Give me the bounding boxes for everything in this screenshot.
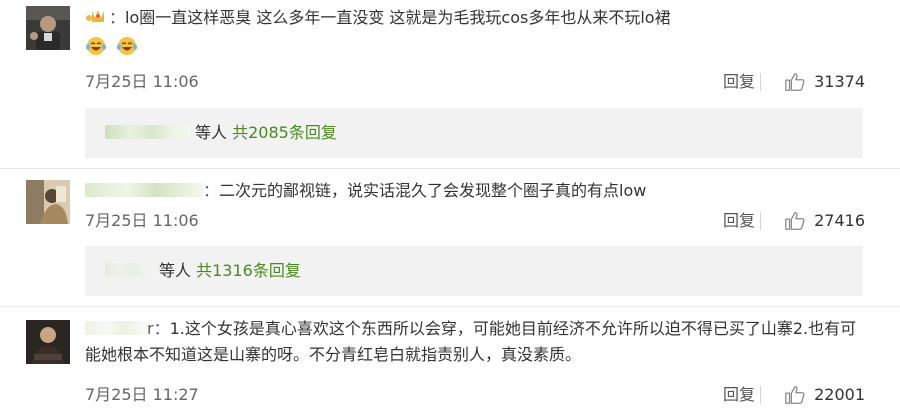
timestamp: 7月25日 11:27 (85, 385, 199, 404)
like-count: 22001 (814, 385, 865, 404)
comment-meta: 7月25日 11:06 回复 27416 (85, 209, 865, 233)
divider (760, 212, 762, 230)
user-name[interactable]: ： (85, 8, 125, 27)
blurred-reply-users (105, 263, 155, 277)
avatar[interactable] (26, 6, 70, 50)
reply-button[interactable]: 回复 (723, 383, 755, 407)
emoji-row (85, 35, 870, 61)
divider (0, 306, 900, 307)
avatar-image (26, 180, 70, 224)
timestamp: 7月25日 11:06 (85, 211, 199, 230)
comment-body: lo圈一直这样恶臭 这么多年一直没变 这就是为毛我玩cos多年也从来不玩lo裙 (125, 8, 671, 27)
replies-prefix: 等人 (195, 123, 228, 142)
like-button[interactable]: 27416 (760, 209, 865, 233)
avatar-image (26, 6, 70, 50)
divider (760, 73, 762, 91)
timestamp: 7月25日 11:06 (85, 72, 199, 91)
avatar[interactable] (26, 180, 70, 224)
comment-body: 二次元的鄙视链，说实话混久了会发现整个圈子真的有点low (219, 181, 647, 200)
reply-button[interactable]: 回复 (723, 70, 755, 94)
like-button[interactable]: 31374 (760, 70, 865, 94)
user-name[interactable]: r： (85, 319, 170, 338)
divider (760, 386, 762, 404)
comment-body: 1.这个女孩是真心喜欢这个东西所以会穿，可能她目前经济不允许所以迫不得已买了山寨… (85, 319, 857, 364)
comment-text: ：二次元的鄙视链，说实话混久了会发现整个圈子真的有点low (85, 178, 870, 204)
divider (0, 168, 900, 169)
like-count: 27416 (814, 211, 865, 230)
laughing-tears-emoji-icon (86, 37, 106, 55)
comment-text: r：1.这个女孩是真心喜欢这个东西所以会穿，可能她目前经济不允许所以迫不得已买了… (85, 316, 870, 368)
more-replies-link[interactable]: 等人 共2085条回复 (85, 108, 863, 158)
thumbs-up-icon (785, 73, 805, 91)
replies-prefix: 等人 (159, 261, 192, 280)
reply-button[interactable]: 回复 (723, 209, 755, 233)
more-replies-link[interactable]: 等人 共1316条回复 (85, 246, 863, 296)
replies-count: 共2085条回复 (232, 123, 337, 142)
replies-count: 共1316条回复 (196, 261, 301, 280)
blurred-username (85, 321, 147, 335)
avatar-image (26, 320, 70, 364)
user-name[interactable]: ： (85, 181, 219, 200)
thumbs-up-icon (785, 386, 805, 404)
comment-meta: 7月25日 11:06 回复 31374 (85, 70, 865, 94)
avatar[interactable] (26, 320, 70, 364)
thumbs-up-icon (785, 212, 805, 230)
blurred-reply-users (105, 125, 191, 139)
blurred-username (85, 183, 203, 197)
like-count: 31374 (814, 72, 865, 91)
laughing-tears-emoji-icon (117, 37, 138, 55)
comment-meta: 7月25日 11:27 回复 22001 (85, 383, 865, 407)
like-button[interactable]: 22001 (760, 383, 865, 407)
comment-text: ：lo圈一直这样恶臭 这么多年一直没变 这就是为毛我玩cos多年也从来不玩lo裙 (85, 5, 870, 61)
crown-emoji-icon (86, 10, 104, 22)
